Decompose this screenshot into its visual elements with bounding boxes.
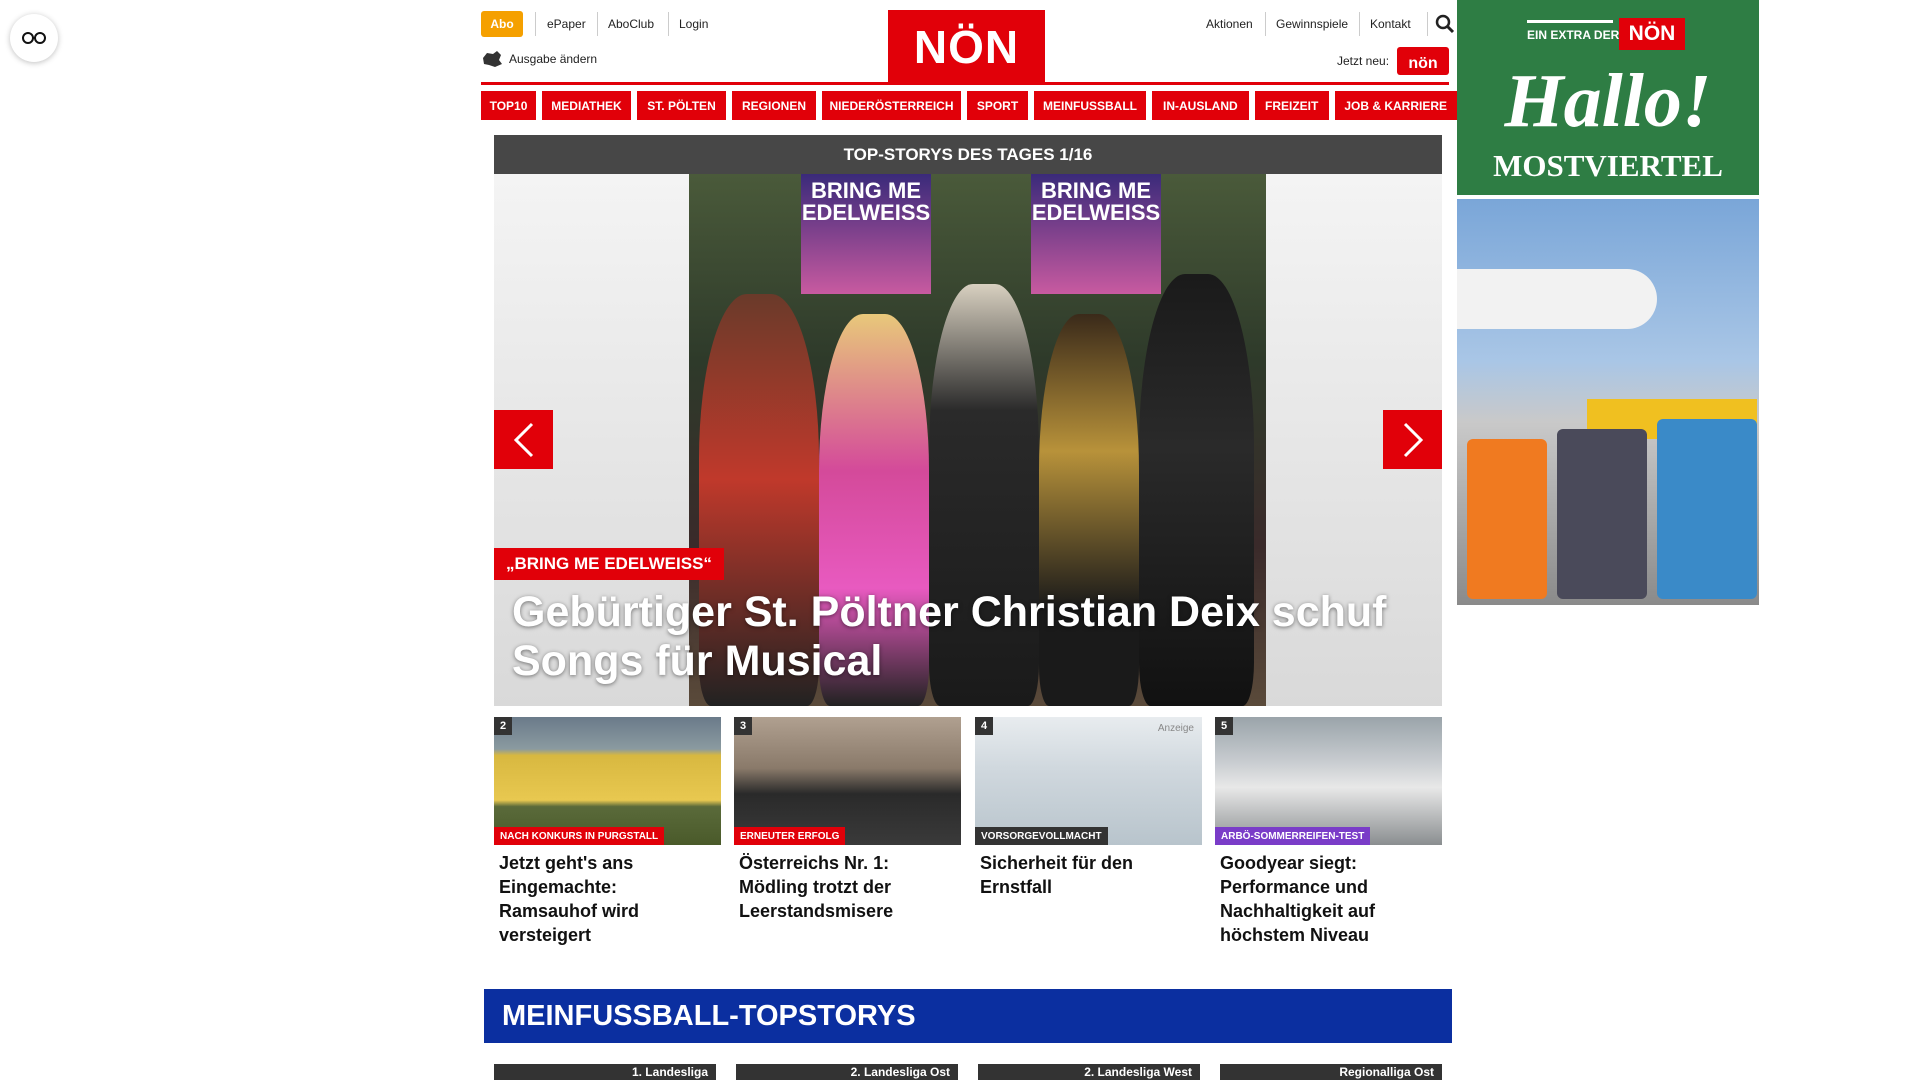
- story-image: 2 NACH KONKURS IN PURGSTALL: [494, 717, 721, 845]
- nav-meinfussball[interactable]: MEINFUSSBALL: [1034, 91, 1146, 120]
- top-stories-bar: TOP-STORYS DES TAGES 1/16: [494, 135, 1442, 174]
- league-card[interactable]: 1. Landesliga: [494, 1064, 716, 1080]
- story-rank: 4: [975, 717, 993, 735]
- edition-switch[interactable]: Ausgabe ändern: [481, 50, 597, 68]
- meinfussball-heading[interactable]: MEINFUSSBALL-TOPSTORYS: [484, 989, 1452, 1043]
- jetzt-neu-label: Jetzt neu:: [1337, 54, 1390, 68]
- reader-mode-button[interactable]: [10, 14, 58, 62]
- suitcase-shape: [1657, 419, 1757, 599]
- nav-job-karriere[interactable]: JOB & KARRIERE: [1334, 91, 1457, 120]
- story-rank: 5: [1215, 717, 1233, 735]
- login-link[interactable]: Login: [679, 14, 708, 34]
- glasses-icon: [22, 32, 46, 44]
- divider: [1359, 12, 1360, 36]
- nav-in-ausland[interactable]: IN-AUSLAND: [1152, 91, 1249, 120]
- ad-image[interactable]: [1457, 199, 1759, 605]
- nav-freizeit[interactable]: FREIZEIT: [1254, 91, 1329, 120]
- league-card[interactable]: 2. Landesliga West: [978, 1064, 1200, 1080]
- story-title[interactable]: Österreichs Nr. 1: Mödling trotzt der Le…: [734, 845, 961, 923]
- site-logo[interactable]: NÖN: [888, 10, 1045, 84]
- divider: [668, 12, 669, 36]
- gewinnspiele-link[interactable]: Gewinnspiele: [1276, 14, 1348, 34]
- divider: [1427, 12, 1428, 36]
- search-button[interactable]: [1435, 14, 1455, 39]
- story-tag: ERNEUTER ERFOLG: [734, 827, 846, 845]
- slider-next-button[interactable]: [1383, 410, 1442, 469]
- story-tag: VORSORGEVOLLMACHT: [975, 827, 1108, 845]
- airplane-shape: [1457, 269, 1657, 329]
- story-tag: NACH KONKURS IN PURGSTALL: [494, 827, 665, 845]
- ad-logo: NÖN: [1619, 18, 1685, 50]
- ad-region: MOSTVIERTEL: [1493, 148, 1723, 183]
- story-card[interactable]: 3 ERNEUTER ERFOLG Österreichs Nr. 1: Möd…: [734, 717, 961, 923]
- story-image: 3 ERNEUTER ERFOLG: [734, 717, 961, 845]
- ad-hallo: Hallo!: [1504, 59, 1712, 143]
- divider: [535, 12, 536, 36]
- site-header: Abo ePaper AboClub Login Ausgabe ändern …: [481, 0, 1455, 86]
- story-tag: ARBÖ-SOMMERREIFEN-TEST: [1215, 827, 1371, 845]
- suitcase-shape: [1557, 429, 1647, 599]
- ad-rule: [1527, 20, 1613, 23]
- story-card[interactable]: 5 ARBÖ-SOMMERREIFEN-TEST Goodyear siegt:…: [1215, 717, 1442, 947]
- jetzt-neu-badge[interactable]: nön: [1397, 47, 1449, 75]
- story-image: 5 ARBÖ-SOMMERREIFEN-TEST: [1215, 717, 1442, 845]
- story-title[interactable]: Sicherheit für den Ernstfall: [975, 845, 1202, 899]
- divider: [1265, 12, 1266, 36]
- musical-poster: BRING ME EDELWEISS: [801, 174, 931, 294]
- header-rule: [481, 82, 1449, 85]
- slider-prev-button[interactable]: [494, 410, 553, 469]
- search-icon: [1435, 14, 1455, 34]
- hero-title[interactable]: Gebürtiger St. Pöltner Christian Deix sc…: [512, 588, 1432, 686]
- story-title[interactable]: Jetzt geht's ans Eingemachte: Ramsauhof …: [494, 845, 721, 947]
- epaper-link[interactable]: ePaper: [547, 14, 586, 34]
- aboclub-link[interactable]: AboClub: [608, 14, 654, 34]
- nav-niederoesterreich[interactable]: NIEDERÖSTERREICH: [822, 91, 961, 120]
- edition-label: Ausgabe ändern: [509, 52, 598, 66]
- lower-austria-map-icon: [483, 51, 502, 67]
- story-image: 4 Anzeige VORSORGEVOLLMACHT: [975, 717, 1202, 845]
- chevron-left-icon: [513, 422, 533, 457]
- ad-banner[interactable]: EIN EXTRA DER NÖN Hallo! MOSTVIERTEL: [1457, 0, 1759, 195]
- hero-kicker: „BRING ME EDELWEISS“: [494, 548, 724, 580]
- ad-label: Anzeige: [1157, 723, 1194, 734]
- nav-sport[interactable]: SPORT: [967, 91, 1028, 120]
- story-rank: 2: [494, 717, 512, 735]
- ad-extra-label: EIN EXTRA DER: [1527, 28, 1620, 42]
- suitcase-shape: [1467, 439, 1547, 599]
- musical-poster: BRING ME EDELWEISS: [1031, 174, 1161, 294]
- story-card[interactable]: 4 Anzeige VORSORGEVOLLMACHT Sicherheit f…: [975, 717, 1202, 899]
- league-card[interactable]: Regionalliga Ost: [1220, 1064, 1442, 1080]
- story-rank: 3: [734, 717, 752, 735]
- story-card[interactable]: 2 NACH KONKURS IN PURGSTALL Jetzt geht's…: [494, 717, 721, 947]
- kontakt-link[interactable]: Kontakt: [1370, 14, 1411, 34]
- chevron-right-icon: [1403, 422, 1423, 457]
- hero-slider[interactable]: BRING ME EDELWEISS BRING ME EDELWEISS „B…: [494, 174, 1442, 706]
- nav-mediathek[interactable]: MEDIATHEK: [542, 91, 631, 120]
- main-nav: TOP10 MEDIATHEK ST. PÖLTEN REGIONEN NIED…: [481, 91, 1457, 120]
- nav-top10[interactable]: TOP10: [481, 91, 536, 120]
- story-title[interactable]: Goodyear siegt: Performance und Nachhalt…: [1215, 845, 1442, 947]
- league-card[interactable]: 2. Landesliga Ost: [736, 1064, 958, 1080]
- nav-regionen[interactable]: REGIONEN: [732, 91, 816, 120]
- abo-button[interactable]: Abo: [481, 11, 523, 37]
- aktionen-link[interactable]: Aktionen: [1206, 14, 1253, 34]
- nav-st-poelten[interactable]: ST. PÖLTEN: [637, 91, 726, 120]
- divider: [597, 12, 598, 36]
